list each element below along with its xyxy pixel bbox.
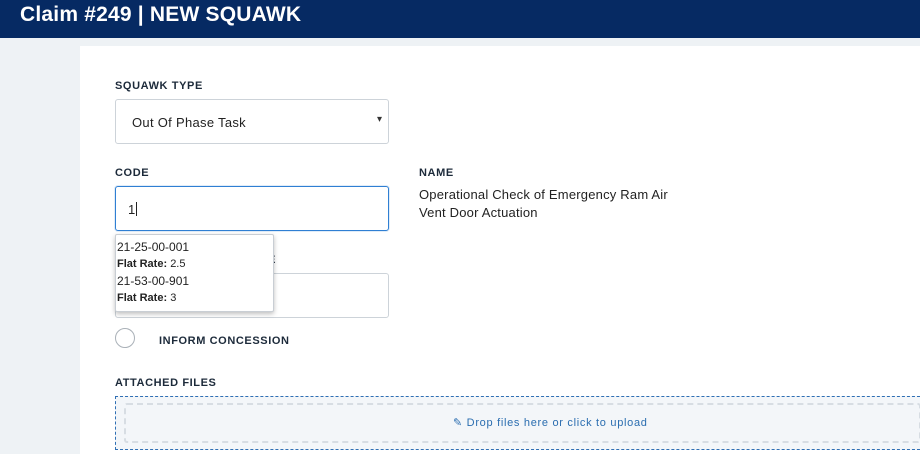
squawk-type-select[interactable]: Out Of Phase Task ▾: [115, 99, 389, 144]
code-label: CODE: [115, 167, 150, 179]
chevron-down-icon: ▾: [376, 114, 382, 125]
code-suggestions-dropdown: 21-25-00-001 Flat Rate: 2.5 21-53-00-901…: [115, 234, 274, 312]
name-label: NAME: [419, 167, 454, 179]
flat-rate-value: 2.5: [170, 258, 186, 270]
code-input-value: 1: [128, 202, 136, 217]
left-gutter: [0, 38, 80, 454]
dropzone-message: ✎ Drop files here or click to upload: [453, 417, 648, 429]
file-dropzone[interactable]: ✎ Drop files here or click to upload: [115, 396, 920, 450]
page-title: Claim #249 | NEW SQUAWK: [20, 3, 302, 26]
inform-concession-label: INFORM CONCESSION: [159, 335, 290, 347]
inform-concession-radio[interactable]: [115, 328, 135, 348]
squawk-type-value: Out Of Phase Task: [132, 115, 246, 130]
attached-files-label: ATTACHED FILES: [115, 377, 217, 389]
code-input[interactable]: 1: [115, 186, 389, 231]
suggestion-code: 21-25-00-001: [117, 240, 190, 254]
flat-rate-value: 3: [170, 292, 177, 304]
suggestion-code: 21-53-00-901: [117, 274, 190, 288]
suggestion-item[interactable]: 21-53-00-901 Flat Rate: 3: [117, 274, 272, 305]
squawk-type-label: SQUAWK TYPE: [115, 80, 203, 92]
flat-rate-label: Flat Rate:: [117, 292, 168, 304]
text-cursor: [136, 202, 138, 216]
name-value: Operational Check of Emergency Ram Air V…: [419, 187, 668, 220]
top-bar: Claim #249 | NEW SQUAWK: [0, 0, 920, 38]
suggestion-item[interactable]: 21-25-00-001 Flat Rate: 2.5: [117, 240, 272, 271]
flat-rate-label: Flat Rate:: [117, 258, 168, 270]
